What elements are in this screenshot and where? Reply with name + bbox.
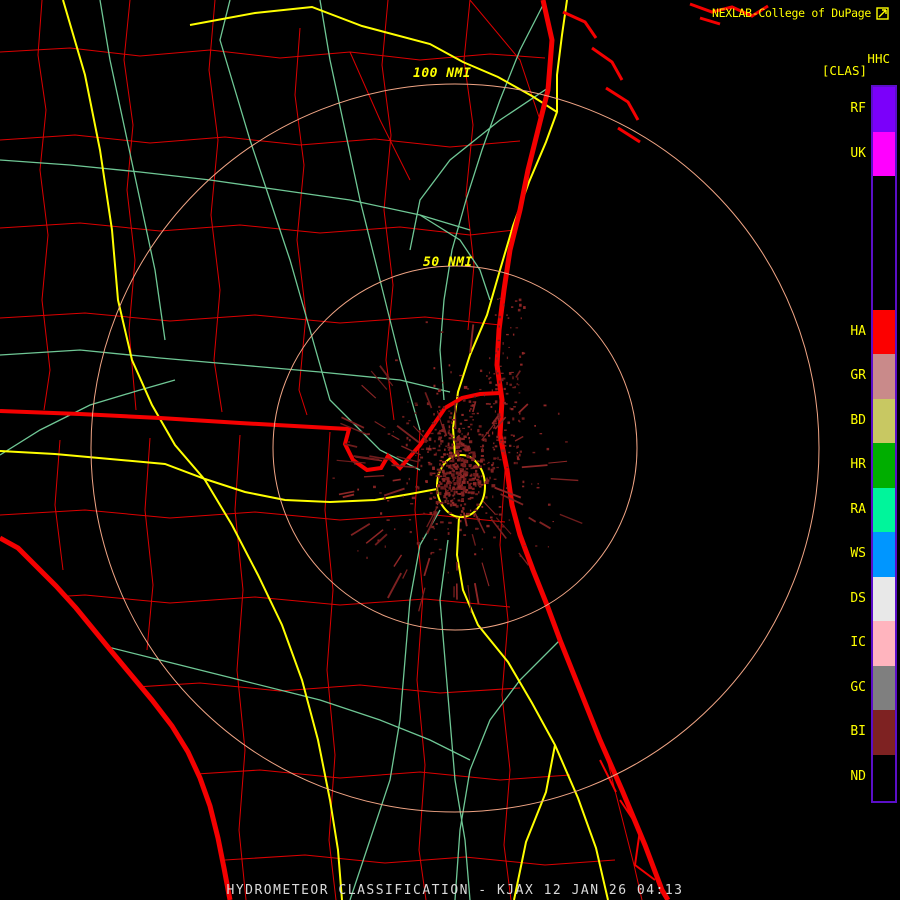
- coastal-islands: [563, 4, 768, 880]
- legend-segment-UK: [873, 131, 895, 176]
- legend-label-HR: HR: [850, 457, 866, 473]
- product-mode: [CLAS]: [821, 63, 867, 78]
- legend-label-BI: BI: [850, 724, 866, 740]
- legend-segment-WS: [873, 532, 895, 577]
- legend-segment-RF: [873, 87, 895, 132]
- legend-label-GC: GC: [850, 679, 866, 695]
- product-caption: HYDROMETEOR CLASSIFICATION - KJAX 12 JAN…: [226, 883, 684, 898]
- legend-label-GR: GR: [850, 368, 866, 384]
- radar-map: [0, 0, 900, 900]
- box-diagonal-arrow-icon: [876, 6, 889, 20]
- legend-segment-HR: [873, 443, 895, 488]
- brand-text: NEXLAB-College of DuPage: [712, 6, 871, 20]
- legend-segment-GC: [873, 665, 895, 710]
- legend-label-WS: WS: [850, 546, 866, 562]
- legend-label-RA: RA: [850, 501, 866, 517]
- product-code: HHC: [867, 51, 890, 66]
- legend-segment-HA: [873, 309, 895, 354]
- ring-label-100nmi: 100 NMI: [413, 66, 472, 81]
- radar-display: NEXLAB-College of DuPage HHC [CLAS] 100 …: [0, 0, 900, 900]
- legend-label-DS: DS: [850, 590, 866, 606]
- atlantic-coastline: [497, 0, 668, 900]
- legend-segment-GR: [873, 354, 895, 399]
- legend-segment-BI: [873, 710, 895, 755]
- legend-segment-ND: [873, 754, 895, 799]
- legend-label-UK: UK: [850, 145, 866, 161]
- ring-label-50nmi: 50 NMI: [423, 255, 473, 270]
- legend-color-bar: [871, 85, 897, 803]
- highway-lines: [0, 0, 680, 900]
- legend-label-RF: RF: [850, 101, 866, 117]
- radar-echoes: [332, 297, 583, 613]
- legend-label-ND: ND: [850, 768, 866, 784]
- legend-segment-BD: [873, 398, 895, 443]
- legend-segment-DS: [873, 576, 895, 621]
- legend-label-BD: BD: [850, 412, 866, 428]
- legend-label-IC: IC: [850, 635, 866, 651]
- legend-label-HA: HA: [850, 323, 866, 339]
- brand-header: NEXLAB-College of DuPage: [712, 6, 889, 20]
- gulf-coastline: [0, 538, 230, 900]
- legend-segment-IC: [873, 621, 895, 666]
- state-border-line: [0, 393, 500, 470]
- legend-segment-gap: [873, 176, 895, 310]
- legend-segment-RA: [873, 487, 895, 532]
